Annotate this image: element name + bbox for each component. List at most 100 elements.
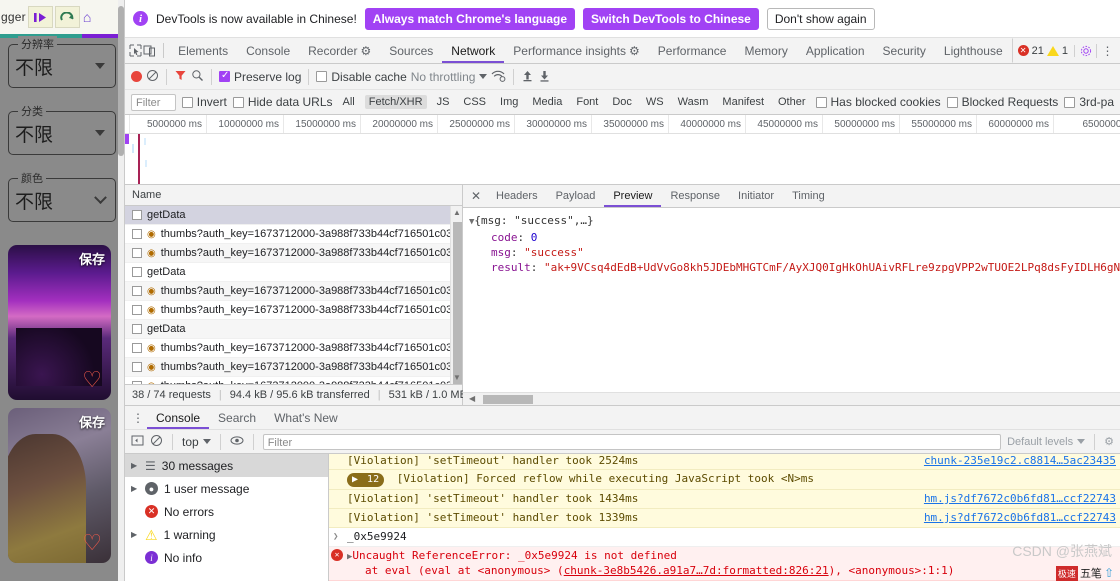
row-checkbox[interactable] (132, 362, 142, 372)
home-icon[interactable]: ⌂ (83, 9, 91, 25)
repeat-count-badge[interactable]: ▶ 12 (347, 473, 385, 487)
checkbox[interactable] (1064, 96, 1076, 108)
heart-icon[interactable]: ♡ (82, 532, 102, 554)
console-settings-icon[interactable]: ⚙ (1104, 435, 1114, 448)
tab-memory[interactable]: Memory (735, 38, 796, 63)
upload-har-icon[interactable] (521, 69, 534, 85)
throttling-select[interactable]: No throttling (411, 70, 488, 84)
more-vertical-icon[interactable]: ⋮ (1096, 43, 1118, 58)
log-entry-violation[interactable]: [Violation] 'setTimeout' handler took 14… (329, 490, 1120, 509)
row-checkbox[interactable] (132, 343, 142, 353)
scroll-down-icon[interactable]: ▼ (453, 373, 461, 382)
heart-icon[interactable]: ♡ (82, 369, 102, 391)
wallpaper-card[interactable]: 保存 ♡ (8, 408, 111, 563)
tab-elements[interactable]: Elements (169, 38, 237, 63)
row-checkbox[interactable] (132, 381, 142, 384)
filter-type-wasm[interactable]: Wasm (674, 95, 713, 109)
tab-lighthouse[interactable]: Lighthouse (935, 38, 1012, 63)
tab-application[interactable]: Application (797, 38, 874, 63)
filter-type-all[interactable]: All (339, 95, 359, 109)
issue-counters[interactable]: ✕ 21 1 (1011, 38, 1074, 63)
network-overview-graph[interactable] (125, 134, 1120, 185)
table-row[interactable]: ◉ thumbs?auth_key=1673712000-3a988f733b4… (125, 282, 462, 301)
record-icon[interactable] (131, 71, 142, 82)
hide-data-urls-checkbox[interactable]: Hide data URLs (232, 95, 333, 109)
inspect-cursor-icon[interactable] (129, 38, 143, 63)
log-entry-input[interactable]: ❯ _0x5e9924 (329, 528, 1120, 547)
filter-color[interactable]: 颜色 不限 (8, 170, 116, 222)
preview-json-viewer[interactable]: ▼{msg: "success",…} code: 0 msg: "succes… (463, 208, 1120, 392)
disable-cache-checkbox[interactable]: Disable cache (316, 70, 407, 84)
json-root-line[interactable]: ▼{msg: "success",…} (469, 213, 1120, 230)
console-filter-input[interactable]: Filter (262, 433, 1002, 450)
filter-type-fetch-xhr[interactable]: Fetch/XHR (364, 95, 427, 109)
sidebar-item-info[interactable]: i No info (125, 546, 328, 569)
checkbox[interactable] (946, 96, 958, 108)
row-checkbox[interactable] (132, 229, 142, 239)
filter-type-doc[interactable]: Doc (608, 95, 636, 109)
request-list[interactable]: getData ◉ thumbs?auth_key=1673712000-3a9… (125, 206, 462, 384)
preview-horizontal-scrollbar[interactable]: ◀ (463, 392, 1120, 405)
drawer-tab-console[interactable]: Console (147, 406, 209, 429)
scroll-left-icon[interactable]: ◀ (469, 394, 475, 403)
filter-type-media[interactable]: Media (528, 95, 566, 109)
dont-show-again-button[interactable]: Don't show again (766, 7, 875, 30)
detail-tab-preview[interactable]: Preview (604, 185, 661, 207)
clear-console-icon[interactable] (150, 434, 163, 450)
filter-type-manifest[interactable]: Manifest (718, 95, 768, 109)
checkbox[interactable] (316, 71, 328, 82)
tab-security[interactable]: Security (874, 38, 935, 63)
network-conditions-icon[interactable] (491, 69, 506, 85)
blocked-requests-checkbox[interactable]: Blocked Requests (946, 95, 1058, 109)
tab-recorder[interactable]: Recorder ⚙ (299, 38, 380, 63)
table-row[interactable]: getData (125, 206, 462, 225)
checkbox[interactable] (815, 96, 827, 108)
scroll-up-icon[interactable]: ▲ (453, 208, 461, 217)
search-icon[interactable] (191, 69, 204, 85)
scrollbar-thumb[interactable] (453, 222, 462, 384)
detail-tab-headers[interactable]: Headers (487, 185, 547, 207)
filter-type-other[interactable]: Other (774, 95, 810, 109)
table-row[interactable]: ◉ thumbs?auth_key=1673712000-3a988f733b4… (125, 244, 462, 263)
row-checkbox[interactable] (132, 210, 142, 220)
network-filter-input[interactable]: Filter (131, 93, 176, 111)
detail-tab-timing[interactable]: Timing (783, 185, 834, 207)
request-list-scrollbar[interactable]: ▲ ▼ (450, 206, 462, 384)
log-entry-error[interactable]: ✕ ▶Uncaught ReferenceError: _0x5e9924 is… (329, 547, 1120, 564)
table-row[interactable]: getData (125, 263, 462, 282)
more-vertical-icon[interactable]: ⋮ (129, 406, 147, 429)
log-entry-error-stack[interactable]: at eval (eval at <anonymous> (chunk-3e8b… (329, 564, 1120, 581)
always-match-language-button[interactable]: Always match Chrome's language (364, 7, 576, 30)
table-row[interactable]: ◉ thumbs?auth_key=1673712000-3a988f733b4… (125, 358, 462, 377)
table-row[interactable]: ◉ thumbs?auth_key=1673712000-3a988f733b4… (125, 301, 462, 320)
log-entry-violation[interactable]: [Violation] 'setTimeout' handler took 25… (329, 454, 1120, 470)
preserve-log-checkbox[interactable]: Preserve log (219, 70, 301, 84)
gear-icon[interactable] (1074, 44, 1096, 57)
tab-sources[interactable]: Sources (380, 38, 442, 63)
chevron-right-icon[interactable]: ▶ (131, 484, 139, 493)
row-checkbox[interactable] (132, 248, 142, 258)
request-column-header[interactable]: Name (125, 185, 462, 206)
filter-category[interactable]: 分类 不限 (8, 103, 116, 155)
log-entry-violation[interactable]: [Violation] 'setTimeout' handler took 13… (329, 509, 1120, 528)
table-row[interactable]: ◉ thumbs?auth_key=1673712000-3a988f733b4… (125, 339, 462, 358)
checkbox[interactable] (181, 96, 193, 108)
save-label[interactable]: 保存 (79, 249, 105, 268)
reload-icon[interactable] (54, 6, 80, 28)
sidebar-item-user-messages[interactable]: ▶ ● 1 user message (125, 477, 328, 500)
console-log-list[interactable]: [Violation] 'setTimeout' handler took 25… (329, 454, 1120, 581)
filter-type-js[interactable]: JS (433, 95, 454, 109)
table-row[interactable]: getData (125, 320, 462, 339)
third-party-checkbox[interactable]: 3rd-pa (1064, 95, 1114, 109)
has-blocked-cookies-checkbox[interactable]: Has blocked cookies (815, 95, 941, 109)
log-entry-violation-group[interactable]: ▶ 12 [Violation] Forced reflow while exe… (329, 470, 1120, 490)
invert-checkbox[interactable]: Invert (181, 95, 227, 109)
close-icon[interactable]: ✕ (465, 185, 487, 207)
detail-tab-initiator[interactable]: Initiator (729, 185, 783, 207)
row-checkbox[interactable] (132, 324, 142, 334)
detail-tab-payload[interactable]: Payload (547, 185, 605, 207)
row-checkbox[interactable] (132, 267, 142, 277)
save-label[interactable]: 保存 (79, 412, 105, 431)
sidebar-item-errors[interactable]: ✕ No errors (125, 500, 328, 523)
tab-console[interactable]: Console (237, 38, 299, 63)
